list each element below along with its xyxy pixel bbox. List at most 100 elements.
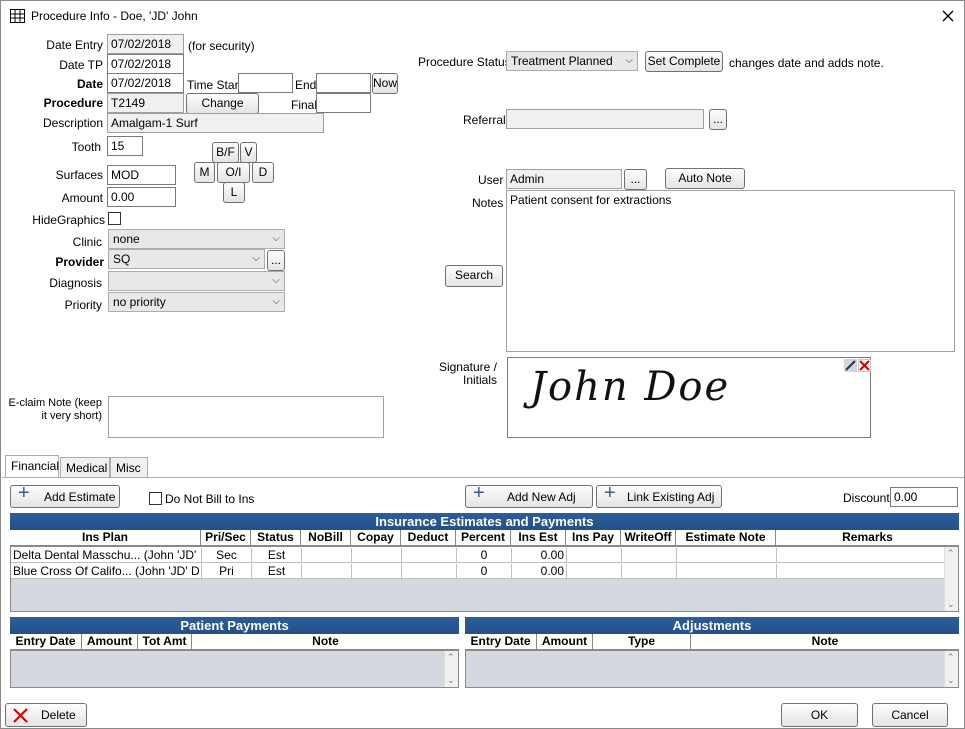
procedure-status-select[interactable]: Treatment Planned ⌵ (506, 51, 638, 71)
discount-field[interactable]: 0.00 (890, 487, 958, 507)
tab-misc[interactable]: Misc (110, 457, 148, 477)
col-entry-date[interactable]: Entry Date (10, 634, 82, 649)
surfaces-field[interactable]: MOD (107, 165, 176, 185)
col-note[interactable]: Note (691, 634, 959, 649)
add-estimate-button[interactable]: + Add Estimate (10, 483, 120, 508)
delete-x-icon (13, 708, 28, 723)
surface-d-button[interactable]: D (252, 162, 274, 183)
col-entry-date[interactable]: Entry Date (465, 634, 537, 649)
cell-writeoff (622, 548, 677, 563)
cell-remarks (777, 564, 944, 579)
surface-v-button[interactable]: V (240, 142, 257, 163)
plus-icon: + (604, 482, 616, 504)
scroll-down-icon[interactable]: ⌄ (947, 675, 955, 686)
final-field[interactable] (316, 93, 371, 113)
procedure-status-value: Treatment Planned (511, 54, 613, 68)
cell-writeoff (622, 564, 677, 579)
cell-nobill (302, 548, 352, 563)
table-row[interactable]: Blue Cross Of Califo... (John 'JD' D Pri… (11, 563, 944, 579)
surface-m-button[interactable]: M (194, 162, 215, 183)
cancel-button[interactable]: Cancel (872, 703, 948, 727)
scroll-up-icon[interactable]: ⌃ (947, 548, 955, 559)
ins-grid-scrollbar[interactable]: ⌃ ⌄ (944, 547, 958, 611)
scroll-down-icon[interactable]: ⌄ (947, 599, 955, 610)
col-note[interactable]: Note (192, 634, 459, 649)
chevron-down-icon: ⌵ (272, 296, 280, 307)
scroll-up-icon[interactable]: ⌃ (447, 652, 455, 663)
cell-deduct (402, 564, 457, 579)
link-existing-adj-button[interactable]: + Link Existing Adj (596, 482, 722, 508)
auto-note-button[interactable]: Auto Note (665, 168, 745, 189)
diagnosis-select[interactable]: ⌵ (108, 271, 285, 291)
signature-box[interactable]: John Doe (507, 357, 871, 438)
tab-medical[interactable]: Medical (60, 457, 110, 477)
clinic-select[interactable]: none ⌵ (108, 229, 285, 249)
amount-field[interactable]: 0.00 (107, 187, 176, 207)
chevron-down-icon: ⌵ (252, 253, 260, 264)
ok-button[interactable]: OK (781, 703, 858, 727)
adjustments-scrollbar[interactable]: ⌃ ⌄ (944, 651, 958, 687)
link-existing-adj-label: Link Existing Adj (627, 490, 715, 504)
now-button[interactable]: Now (372, 73, 398, 94)
notes-field[interactable]: Patient consent for extractions (506, 190, 955, 352)
col-amount[interactable]: Amount (537, 634, 593, 649)
col-deduct[interactable]: Deduct (401, 530, 456, 545)
procedure-label: Procedure (43, 96, 103, 110)
scroll-up-icon[interactable]: ⌃ (947, 652, 955, 663)
table-row[interactable]: Delta Dental Masschu... (John 'JD' Sec E… (11, 547, 944, 563)
for-security-label: (for security) (188, 39, 255, 53)
surface-l-button[interactable]: L (223, 182, 245, 203)
cell-ins-plan: Blue Cross Of Califo... (John 'JD' D (13, 564, 202, 579)
provider-select[interactable]: SQ ⌵ (108, 249, 265, 269)
set-complete-button[interactable]: Set Complete (645, 51, 723, 72)
col-tot-amt[interactable]: Tot Amt (138, 634, 192, 649)
surfaces-label: Surfaces (55, 168, 103, 182)
close-icon[interactable] (942, 10, 954, 22)
col-writeoff[interactable]: WriteOff (621, 530, 676, 545)
surface-bf-button[interactable]: B/F (212, 142, 239, 163)
col-percent[interactable]: Percent (456, 530, 511, 545)
chevron-down-icon: ⌵ (272, 275, 280, 286)
delete-label: Delete (41, 708, 76, 722)
cell-ins-pay (567, 564, 622, 579)
change-button[interactable]: Change (186, 93, 259, 114)
col-status[interactable]: Status (251, 530, 301, 545)
col-ins-pay[interactable]: Ins Pay (566, 530, 621, 545)
signature-text: John Doe (530, 364, 731, 410)
col-estimate-note[interactable]: Estimate Note (676, 530, 776, 545)
col-copay[interactable]: Copay (351, 530, 401, 545)
col-remarks[interactable]: Remarks (776, 530, 959, 545)
delete-button[interactable]: Delete (5, 703, 87, 727)
date-field[interactable]: 07/02/2018 (107, 73, 184, 93)
scroll-down-icon[interactable]: ⌄ (447, 675, 455, 686)
cell-ins-est: 0.00 (512, 564, 567, 579)
col-amount[interactable]: Amount (82, 634, 138, 649)
add-new-adj-button[interactable]: + Add New Adj (465, 483, 593, 508)
eclaim-note-field[interactable] (108, 396, 384, 438)
cell-status: Est (252, 564, 302, 579)
chevron-down-icon: ⌵ (272, 233, 280, 244)
clear-signature-icon[interactable] (858, 359, 871, 372)
hide-graphics-checkbox[interactable] (108, 212, 121, 225)
col-nobill[interactable]: NoBill (301, 530, 351, 545)
col-ins-plan[interactable]: Ins Plan (10, 530, 201, 545)
priority-select[interactable]: no priority ⌵ (108, 292, 285, 312)
date-tp-field[interactable]: 07/02/2018 (107, 54, 184, 74)
surface-oi-button[interactable]: O/I (217, 162, 250, 183)
col-ins-est[interactable]: Ins Est (511, 530, 566, 545)
col-type[interactable]: Type (593, 634, 691, 649)
tab-financial[interactable]: Financial (5, 455, 59, 477)
ins-grid-title: Insurance Estimates and Payments (10, 513, 959, 530)
search-button[interactable]: Search (445, 265, 503, 287)
tooth-field[interactable]: 15 (107, 136, 143, 156)
patient-payments-scrollbar[interactable]: ⌃ ⌄ (444, 651, 458, 687)
do-not-bill-checkbox[interactable] (149, 492, 162, 505)
end-label: End (295, 78, 317, 92)
time-start-field[interactable] (238, 73, 293, 93)
pencil-icon[interactable] (844, 359, 857, 372)
end-time-field[interactable] (316, 73, 371, 93)
user-pick-button[interactable]: ... (624, 169, 647, 190)
col-pri-sec[interactable]: Pri/Sec (201, 530, 251, 545)
referral-pick-button[interactable]: ... (709, 109, 727, 130)
provider-pick-button[interactable]: ... (267, 250, 285, 271)
